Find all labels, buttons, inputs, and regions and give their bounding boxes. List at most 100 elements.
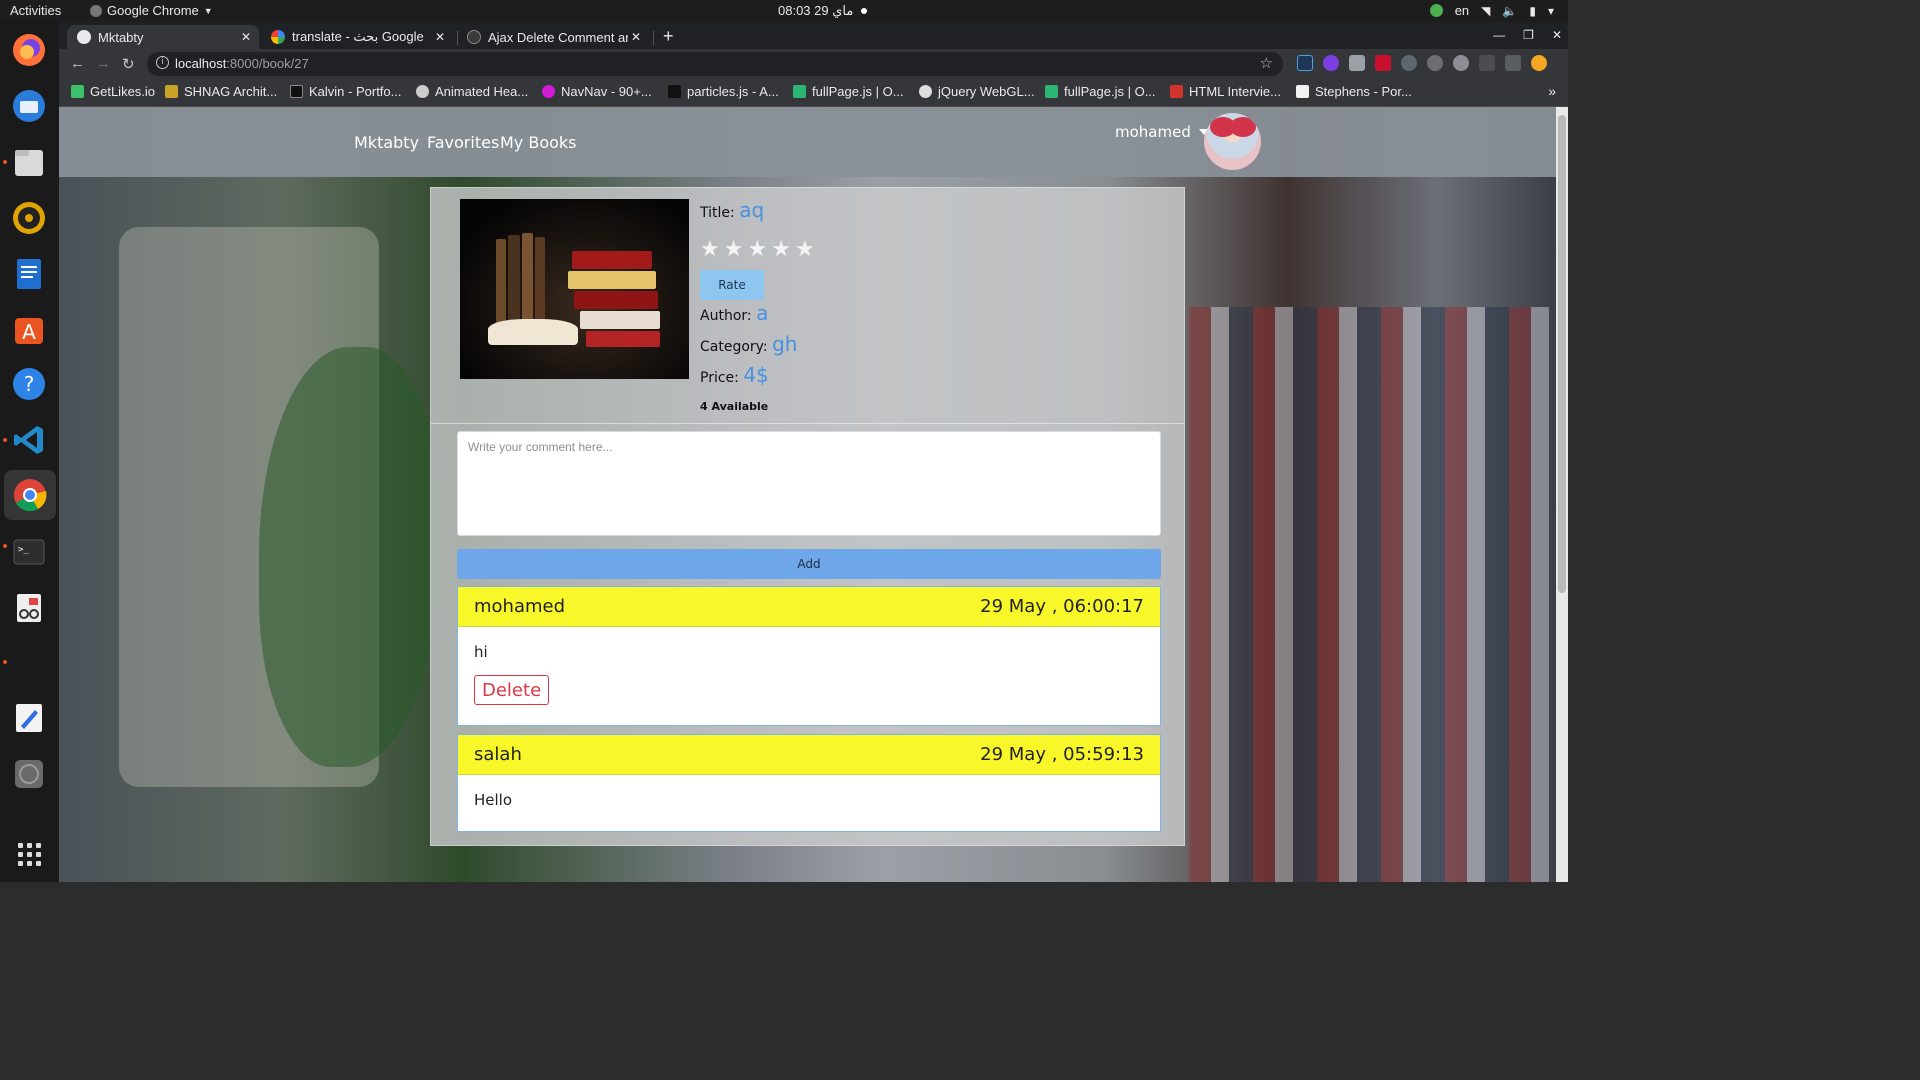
dock-firefox[interactable] (9, 30, 49, 70)
extension-icon[interactable] (1297, 55, 1313, 71)
star-icon[interactable]: ★ (747, 238, 767, 262)
bookmark-item[interactable]: Animated Hea... (416, 84, 528, 99)
power-menu-icon: ▾ (1547, 3, 1554, 18)
bookmark-item[interactable]: Stephens - Por... (1296, 84, 1412, 99)
show-applications-button[interactable] (9, 834, 49, 874)
more-bookmarks-icon[interactable]: » (1548, 83, 1556, 99)
code-extension-icon[interactable] (1505, 55, 1521, 71)
comment-input[interactable]: Write your comment here... (457, 431, 1161, 536)
app-menu[interactable]: Google Chrome ▼ (90, 3, 213, 18)
comment-header: salah 29 May , 05:59:13 (458, 735, 1160, 775)
bookmark-icon (542, 85, 555, 98)
tab-mktabty[interactable]: Mktabty ✕ (67, 25, 259, 49)
firefox-icon (13, 34, 45, 66)
site-info-icon[interactable]: i (156, 56, 169, 69)
dock-text-editor[interactable] (9, 698, 49, 738)
language-indicator[interactable]: en (1455, 3, 1469, 18)
dock-files[interactable] (9, 142, 49, 182)
forward-icon[interactable]: → (96, 55, 111, 72)
bookmark-item[interactable]: GetLikes.io (71, 84, 155, 99)
system-tray[interactable]: en ◥ 🔈 ▮ ▾ (1429, 3, 1554, 18)
activities-button[interactable]: Activities (10, 3, 61, 18)
extension-icon[interactable] (1323, 55, 1339, 71)
dock-help[interactable]: ? (9, 364, 49, 404)
bookmark-item[interactable]: Kalvin - Portfo... (290, 84, 401, 99)
star-icon[interactable]: ★ (795, 238, 815, 262)
clock[interactable]: 08:03 29 ماي (778, 3, 868, 19)
bookmark-icon (668, 85, 681, 98)
bookmarks-bar: GetLikes.io SHNAG Archit... Kalvin - Por… (59, 79, 1568, 107)
user-menu[interactable]: mohamed (1115, 123, 1209, 141)
close-icon[interactable]: ✕ (631, 30, 641, 44)
dock-terminal[interactable]: >_ (9, 532, 49, 572)
bookmark-item[interactable]: fullPage.js | O... (1045, 84, 1156, 99)
dock-thunderbird[interactable] (9, 86, 49, 126)
nav-favorites[interactable]: Favorites (427, 133, 499, 152)
tab-separator (653, 31, 654, 45)
bookmark-item[interactable]: fullPage.js | O... (793, 84, 904, 99)
tab-ajax-delete[interactable]: Ajax Delete Comment and ✕ (457, 25, 649, 49)
dock-software[interactable]: A (9, 308, 49, 348)
tab-translate[interactable]: translate - بحث Google ✕ (261, 25, 453, 49)
book-detail-card: Title: aq ★ ★ ★ ★ ★ Rate Author: a Categ… (430, 187, 1185, 846)
dock-chrome[interactable] (4, 470, 56, 520)
chrome-icon (90, 4, 102, 17)
github-icon (467, 30, 481, 44)
bookmark-item[interactable]: particles.js - A... (668, 84, 779, 99)
heart-icon (71, 85, 84, 98)
bookmark-icon (919, 85, 932, 98)
thunderbird-icon (13, 90, 45, 122)
add-comment-button[interactable]: Add (457, 549, 1161, 579)
extension-icon[interactable] (1427, 55, 1443, 71)
comment-date: 29 May , 06:00:17 (980, 596, 1144, 617)
files-icon (15, 150, 43, 176)
star-icon[interactable]: ★ (700, 238, 720, 262)
extension-icon[interactable] (1479, 55, 1495, 71)
avatar[interactable] (1204, 113, 1261, 170)
rate-button[interactable]: Rate (700, 270, 764, 300)
comment-card: mohamed 29 May , 06:00:17 hi Delete (457, 586, 1161, 726)
dock-writer[interactable] (9, 254, 49, 294)
app-name: Google Chrome (107, 3, 199, 18)
page-scrollbar[interactable] (1556, 107, 1568, 882)
close-window-icon[interactable]: ✕ (1552, 28, 1562, 42)
close-icon[interactable]: ✕ (435, 30, 445, 44)
comment-author: mohamed (474, 596, 566, 617)
delete-comment-button[interactable]: Delete (474, 675, 550, 705)
bookmark-star-icon[interactable]: ☆ (1260, 54, 1273, 72)
bookmark-item[interactable]: NavNav - 90+... (542, 84, 652, 99)
extension-icon[interactable] (1453, 55, 1469, 71)
dock-vscode[interactable] (9, 420, 49, 460)
back-icon[interactable]: ← (70, 55, 85, 72)
site-brand[interactable]: Mktabty (354, 133, 419, 152)
star-icon[interactable]: ★ (771, 238, 791, 262)
running-indicator (3, 660, 7, 664)
profile-icon[interactable] (1531, 55, 1547, 71)
bookmark-icon (165, 85, 178, 98)
nav-my-books[interactable]: My Books (500, 133, 577, 152)
category-row: Category: gh (700, 332, 798, 356)
bookmark-item[interactable]: jQuery WebGL... (919, 84, 1035, 99)
globe-icon (77, 30, 91, 44)
minimize-icon[interactable]: — (1493, 28, 1505, 42)
web-page: Mktabty Favorites My Books mohamed Title… (59, 107, 1556, 882)
new-tab-button[interactable]: + (663, 26, 674, 47)
react-devtools-icon[interactable] (1401, 55, 1417, 71)
close-icon[interactable]: ✕ (241, 30, 251, 44)
dock-disc[interactable] (9, 754, 49, 794)
adblock-icon[interactable] (1375, 55, 1391, 71)
bookmark-item[interactable]: SHNAG Archit... (165, 84, 277, 99)
bookmark-item[interactable]: HTML Intervie... (1170, 84, 1281, 99)
dock-rhythmbox[interactable] (9, 198, 49, 238)
address-bar[interactable]: i localhost:8000/book/27 ☆ (147, 52, 1283, 76)
camera-icon[interactable] (1349, 55, 1365, 71)
bookmark-icon (290, 85, 303, 98)
dock-document-viewer[interactable] (9, 588, 49, 628)
reload-icon[interactable]: ↻ (122, 55, 135, 73)
restore-icon[interactable]: ❐ (1523, 28, 1534, 42)
star-icon[interactable]: ★ (724, 238, 744, 262)
scrollbar-thumb[interactable] (1558, 115, 1566, 593)
availability: 4 Available (700, 400, 769, 413)
divider (431, 423, 1184, 424)
star-rating[interactable]: ★ ★ ★ ★ ★ (700, 238, 815, 262)
